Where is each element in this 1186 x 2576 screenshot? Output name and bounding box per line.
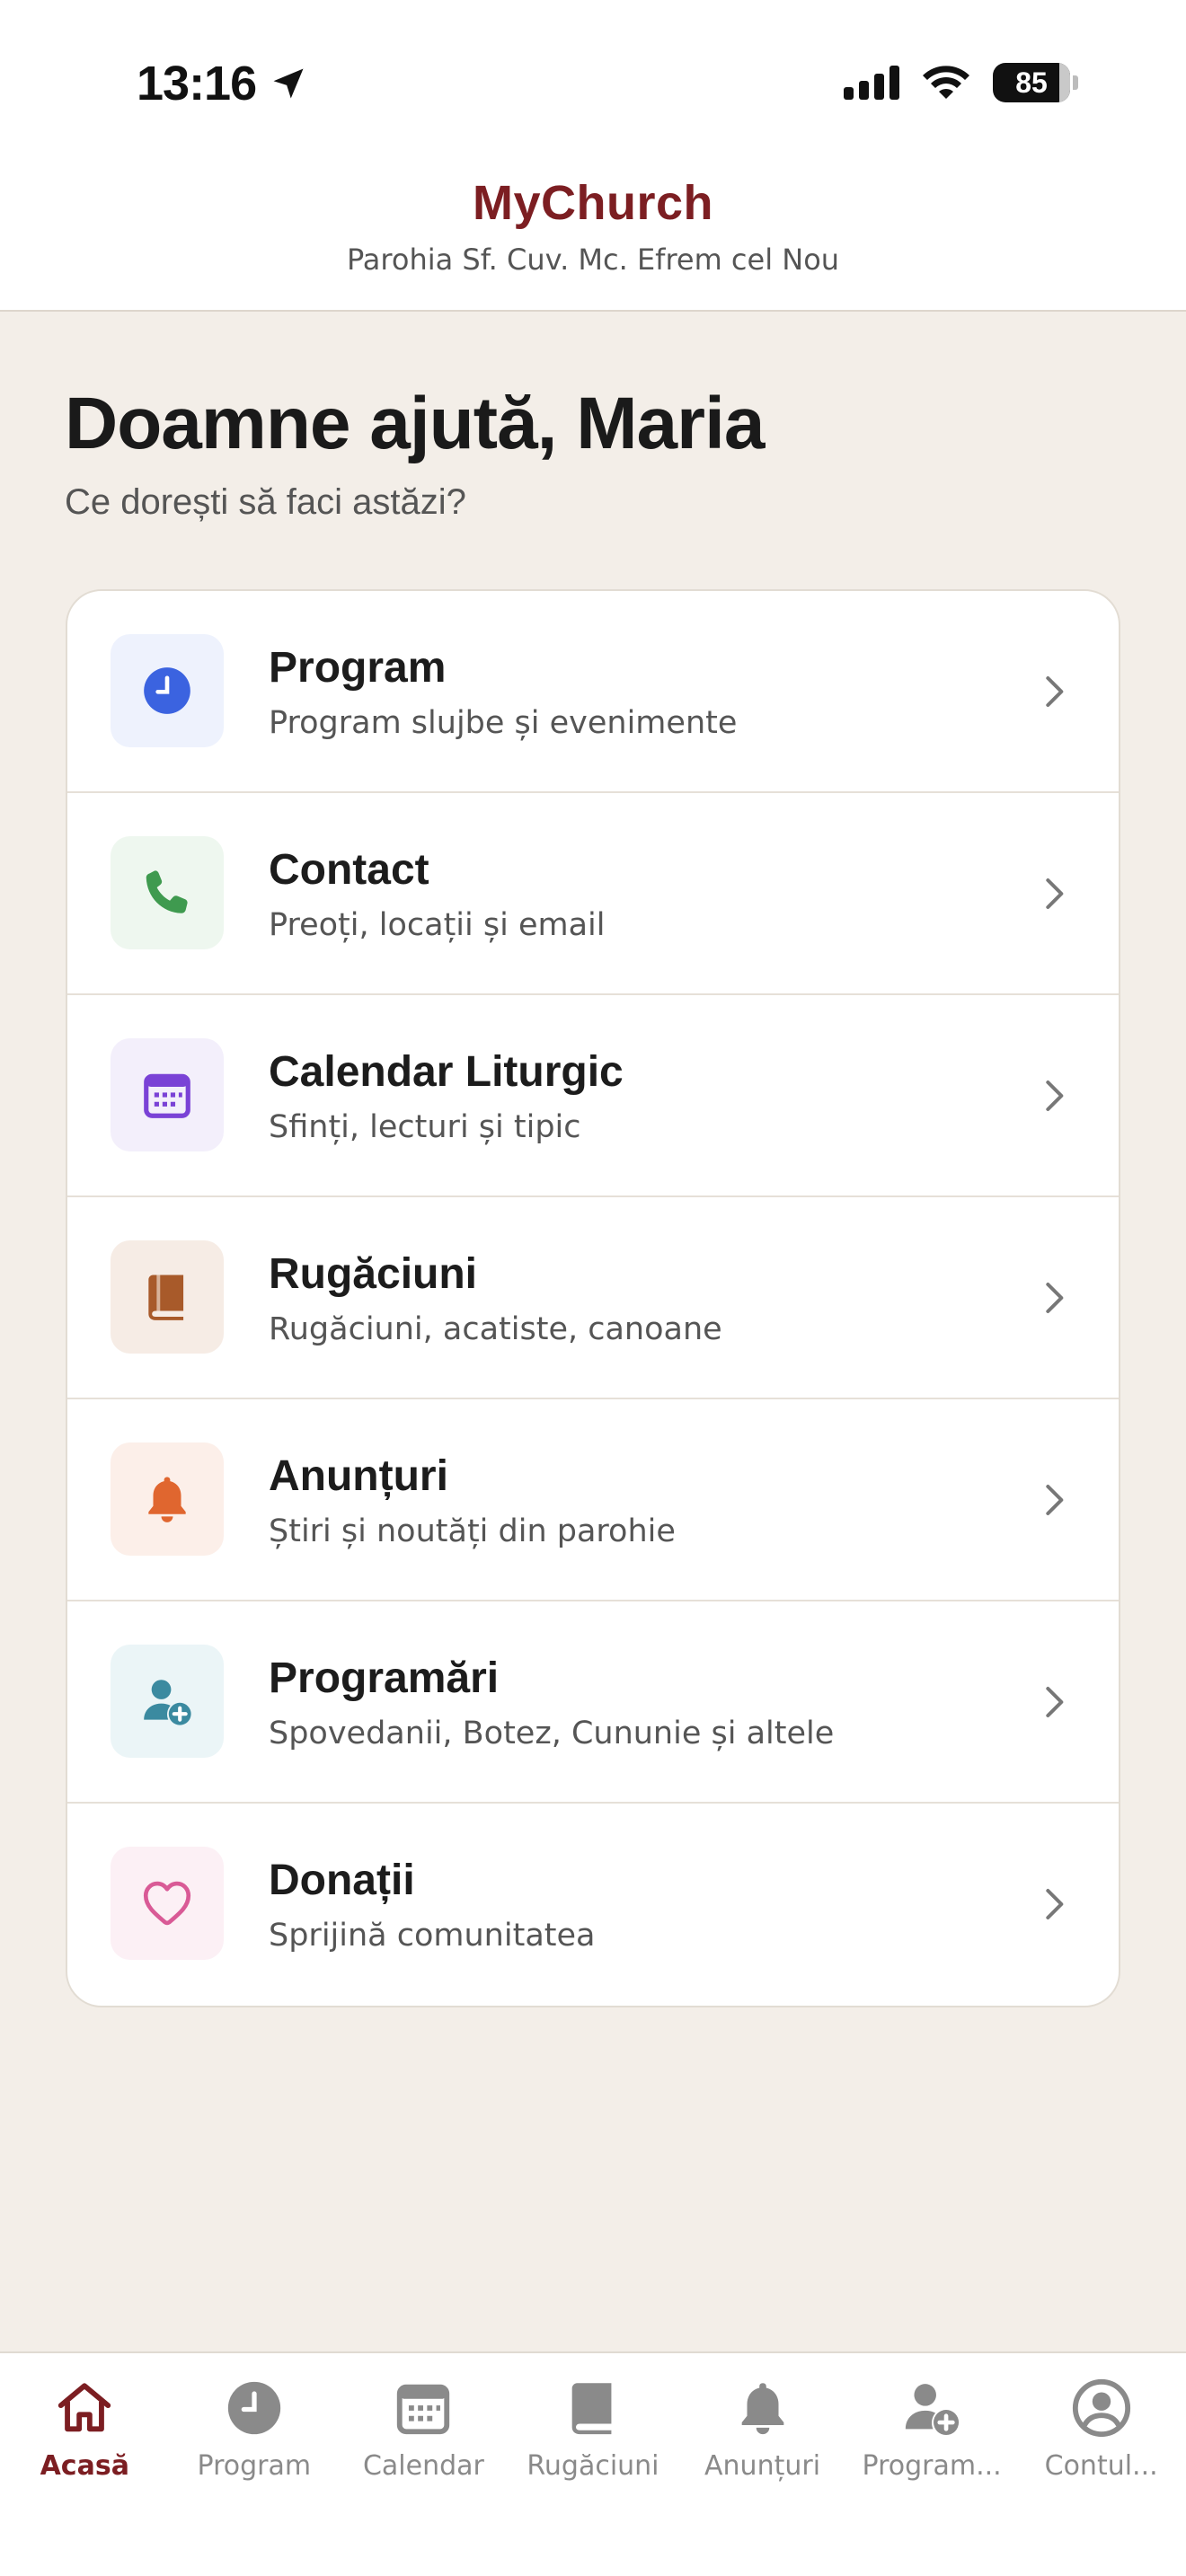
greeting-title: Doamne ajută, Maria [65,383,765,464]
menu-icon-bg [111,634,224,747]
menu-item-title: Anunțuri [269,1452,448,1500]
menu-item-description: Preoți, locații și email [269,907,606,943]
chevron-right-icon [1046,676,1064,707]
app-header: 13:16 85 MyChurch Parohia Sf. Cuv. Mc. E… [0,0,1186,312]
status-time-text: 13:16 [137,57,257,110]
menu-item-description: Rugăciuni, acatiste, canoane [269,1311,722,1347]
book-icon [571,2383,612,2435]
tab-calendar[interactable]: Calendar [339,2353,509,2576]
tab-programari[interactable]: Program... [847,2353,1017,2576]
menu-item-title: Donații [269,1857,415,1904]
menu-item-title: Program [269,644,447,692]
status-indicators: 85 [844,63,1078,102]
clock-icon [144,667,190,714]
menu-item-title: Contact [269,846,429,894]
app-title: MyChurch [472,176,713,230]
chevron-right-icon [1046,1889,1064,1919]
book-icon [148,1275,184,1320]
chevron-right-icon [1046,1283,1064,1313]
tab-rugaciuni[interactable]: Rugăciuni [509,2353,678,2576]
main-menu: Program Program slujbe și evenimente Con… [66,589,1120,2007]
tab-cont[interactable]: Contul... [1016,2353,1186,2576]
menu-icon-bg [111,1645,224,1758]
menu-icon-bg [111,836,224,949]
person-add-icon [144,1680,191,1725]
clock-icon [227,2381,281,2435]
bell-icon [148,1477,186,1522]
menu-item-title: Calendar Liturgic [269,1048,624,1096]
menu-item-description: Știri și noutăți din parohie [269,1513,676,1549]
tab-label: Acasă [40,2450,129,2482]
tab-label: Program... [862,2450,1002,2482]
menu-icon-bg [111,1847,224,1960]
person-add-icon [905,2384,960,2436]
location-arrow-icon [273,68,304,99]
menu-item-description: Program slujbe și evenimente [269,705,738,741]
menu-item-calendar-liturgic[interactable]: Calendar Liturgic Sfinți, lecturi și tip… [67,995,1119,1197]
menu-item-title: Rugăciuni [269,1250,478,1298]
greeting-subtitle: Ce dorești să faci astăzi? [65,482,466,522]
tab-label: Contul... [1044,2450,1158,2482]
bell-icon [741,2383,783,2435]
account-icon [1072,2378,1130,2438]
menu-item-title: Programări [269,1654,500,1702]
chevron-right-icon [1046,1485,1064,1515]
menu-icon-bg [111,1442,224,1556]
menu-icon-bg [111,1038,224,1151]
calendar-icon [397,2384,450,2435]
status-time: 13:16 [137,56,308,111]
menu-item-description: Sfinți, lecturi și tipic [269,1109,581,1145]
tab-program[interactable]: Program [170,2353,340,2576]
tab-label: Program [197,2450,312,2482]
menu-icon-bg [111,1240,224,1354]
menu-item-donatii[interactable]: Donații Sprijină comunitatea [67,1804,1119,2006]
menu-item-description: Spovedanii, Botez, Cununie și altele [269,1716,835,1751]
wifi-icon [919,63,973,102]
tab-label: Anunțuri [704,2450,821,2482]
tab-bar: Acasă Program Calendar Rugăciuni Anunțur… [0,2351,1186,2576]
menu-item-programari[interactable]: Programări Spovedanii, Botez, Cununie și… [67,1601,1119,1804]
tab-acasa[interactable]: Acasă [0,2353,170,2576]
battery-icon: 85 [993,63,1078,102]
chevron-right-icon [1046,878,1064,909]
chevron-right-icon [1046,1081,1064,1111]
cellular-signal-icon [844,66,899,100]
menu-item-description: Sprijină comunitatea [269,1918,596,1954]
menu-item-anunturi[interactable]: Anunțuri Știri și noutăți din parohie [67,1399,1119,1601]
calendar-icon [144,1073,190,1118]
menu-item-contact[interactable]: Contact Preoți, locații și email [67,793,1119,995]
tab-anunturi[interactable]: Anunțuri [677,2353,847,2576]
battery-level: 85 [1015,66,1048,99]
parish-name: Parohia Sf. Cuv. Mc. Efrem cel Nou [346,243,840,277]
chevron-right-icon [1046,1687,1064,1717]
menu-item-program[interactable]: Program Program slujbe și evenimente [67,591,1119,793]
phone-icon [146,870,188,913]
menu-item-rugaciuni[interactable]: Rugăciuni Rugăciuni, acatiste, canoane [67,1197,1119,1399]
tab-label: Rugăciuni [527,2450,659,2482]
tab-label: Calendar [362,2450,484,2482]
home-icon [58,2383,111,2432]
heart-icon [143,1881,191,1926]
